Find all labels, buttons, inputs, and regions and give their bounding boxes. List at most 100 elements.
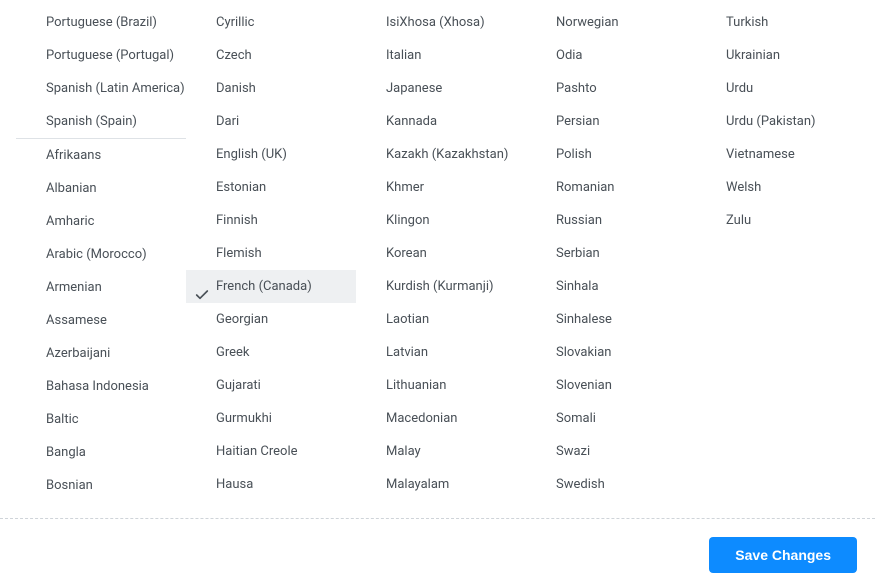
lang-armenian[interactable]: Armenian [0, 271, 186, 304]
language-label: Urdu (Pakistan) [726, 114, 816, 129]
language-label: Greek [216, 345, 250, 360]
language-label: Korean [386, 246, 427, 261]
lang-kazakh[interactable]: Kazakh (Kazakhstan) [356, 138, 526, 171]
lang-vietnamese[interactable]: Vietnamese [696, 138, 866, 171]
language-label: Flemish [216, 246, 262, 261]
lang-japanese[interactable]: Japanese [356, 72, 526, 105]
language-label: French (Canada) [216, 279, 312, 294]
lang-portuguese-portugal[interactable]: Portuguese (Portugal) [0, 39, 186, 72]
lang-malayalam[interactable]: Malayalam [356, 468, 526, 501]
save-changes-button[interactable]: Save Changes [709, 537, 857, 573]
language-label: Lithuanian [386, 378, 446, 393]
lang-cyrillic[interactable]: Cyrillic [186, 6, 356, 39]
lang-kurdish-kurmanji[interactable]: Kurdish (Kurmanji) [356, 270, 526, 303]
footer: Save Changes [0, 519, 875, 573]
language-label: Estonian [216, 180, 266, 195]
lang-bangla[interactable]: Bangla [0, 436, 186, 469]
lang-english-uk[interactable]: English (UK) [186, 138, 356, 171]
lang-bosnian[interactable]: Bosnian [0, 469, 186, 502]
lang-hausa[interactable]: Hausa [186, 468, 356, 501]
lang-turkish[interactable]: Turkish [696, 6, 866, 39]
lang-flemish[interactable]: Flemish [186, 237, 356, 270]
lang-romanian[interactable]: Romanian [526, 171, 696, 204]
language-label: Sinhala [556, 279, 599, 294]
lang-spanish-spain[interactable]: Spanish (Spain) [0, 105, 186, 138]
lang-italian[interactable]: Italian [356, 39, 526, 72]
lang-khmer[interactable]: Khmer [356, 171, 526, 204]
lang-finnish[interactable]: Finnish [186, 204, 356, 237]
lang-spanish-latin-america[interactable]: Spanish (Latin America) [0, 72, 186, 105]
lang-ukrainian[interactable]: Ukrainian [696, 39, 866, 72]
lang-gurmukhi[interactable]: Gurmukhi [186, 402, 356, 435]
lang-baltic[interactable]: Baltic [0, 403, 186, 436]
lang-bahasa-indonesia[interactable]: Bahasa Indonesia [0, 370, 186, 403]
lang-czech[interactable]: Czech [186, 39, 356, 72]
lang-norwegian[interactable]: Norwegian [526, 6, 696, 39]
lang-polish[interactable]: Polish [526, 138, 696, 171]
language-label: Slovenian [556, 378, 612, 393]
language-label: Gurmukhi [216, 411, 272, 426]
lang-klingon[interactable]: Klingon [356, 204, 526, 237]
language-label: Ukrainian [726, 48, 780, 63]
lang-urdu[interactable]: Urdu [696, 72, 866, 105]
language-label: Czech [216, 48, 252, 63]
lang-sinhala[interactable]: Sinhala [526, 270, 696, 303]
language-label: Azerbaijani [46, 346, 110, 361]
lang-somali[interactable]: Somali [526, 402, 696, 435]
lang-serbian[interactable]: Serbian [526, 237, 696, 270]
language-column: Turkish Ukrainian Urdu Urdu (Pakistan) Vietn… [696, 6, 866, 502]
lang-dari[interactable]: Dari [186, 105, 356, 138]
lang-slovakian[interactable]: Slovakian [526, 336, 696, 369]
lang-swazi[interactable]: Swazi [526, 435, 696, 468]
language-label: Finnish [216, 213, 258, 228]
lang-albanian[interactable]: Albanian [0, 172, 186, 205]
lang-assamese[interactable]: Assamese [0, 304, 186, 337]
lang-swedish[interactable]: Swedish [526, 468, 696, 501]
language-label: Albanian [46, 181, 97, 196]
lang-malay[interactable]: Malay [356, 435, 526, 468]
language-label: Polish [556, 147, 592, 162]
lang-french-canada[interactable]: French (Canada) [186, 270, 356, 303]
language-label: Turkish [726, 15, 768, 30]
lang-danish[interactable]: Danish [186, 72, 356, 105]
lang-portuguese-brazil[interactable]: Portuguese (Brazil) [0, 6, 186, 39]
lang-macedonian[interactable]: Macedonian [356, 402, 526, 435]
lang-gujarati[interactable]: Gujarati [186, 369, 356, 402]
language-label: Kannada [386, 114, 437, 129]
lang-afrikaans[interactable]: Afrikaans [0, 139, 186, 172]
lang-pashto[interactable]: Pashto [526, 72, 696, 105]
language-column: NorwegianOdia Pashto Persian Polish Romanian… [526, 6, 696, 502]
language-label: Pashto [556, 81, 597, 96]
lang-estonian[interactable]: Estonian [186, 171, 356, 204]
lang-haitian-creole[interactable]: Haitian Creole [186, 435, 356, 468]
lang-lithuanian[interactable]: Lithuanian [356, 369, 526, 402]
language-label: Bosnian [46, 478, 93, 493]
lang-arabic-morocco[interactable]: Arabic (Morocco) [0, 238, 186, 271]
lang-greek[interactable]: Greek [186, 336, 356, 369]
language-label: Kurdish (Kurmanji) [386, 279, 494, 294]
lang-azerbaijani[interactable]: Azerbaijani [0, 337, 186, 370]
language-label: English (UK) [216, 147, 287, 162]
lang-latvian[interactable]: Latvian [356, 336, 526, 369]
lang-sinhalese[interactable]: Sinhalese [526, 303, 696, 336]
lang-laotian[interactable]: Laotian [356, 303, 526, 336]
language-label: Portuguese (Brazil) [46, 15, 157, 30]
lang-odia[interactable]: Odia [526, 39, 696, 72]
lang-urdu-pakistan[interactable]: Urdu (Pakistan) [696, 105, 866, 138]
lang-korean[interactable]: Korean [356, 237, 526, 270]
language-label: Zulu [726, 213, 751, 228]
lang-persian[interactable]: Persian [526, 105, 696, 138]
lang-welsh[interactable]: Welsh [696, 171, 866, 204]
lang-isixhosa[interactable]: IsiXhosa (Xhosa) [356, 6, 526, 39]
language-label: Slovakian [556, 345, 611, 360]
lang-russian[interactable]: Russian [526, 204, 696, 237]
lang-georgian[interactable]: Georgian [186, 303, 356, 336]
language-label: Klingon [386, 213, 430, 228]
lang-zulu[interactable]: Zulu [696, 204, 866, 237]
lang-amharic[interactable]: Amharic [0, 205, 186, 238]
language-label: Urdu [726, 81, 753, 96]
lang-kannada[interactable]: Kannada [356, 105, 526, 138]
language-label: Afrikaans [46, 148, 101, 163]
lang-slovenian[interactable]: Slovenian [526, 369, 696, 402]
language-grid: Portuguese (Brazil) Portuguese (Portugal)… [0, 0, 875, 508]
